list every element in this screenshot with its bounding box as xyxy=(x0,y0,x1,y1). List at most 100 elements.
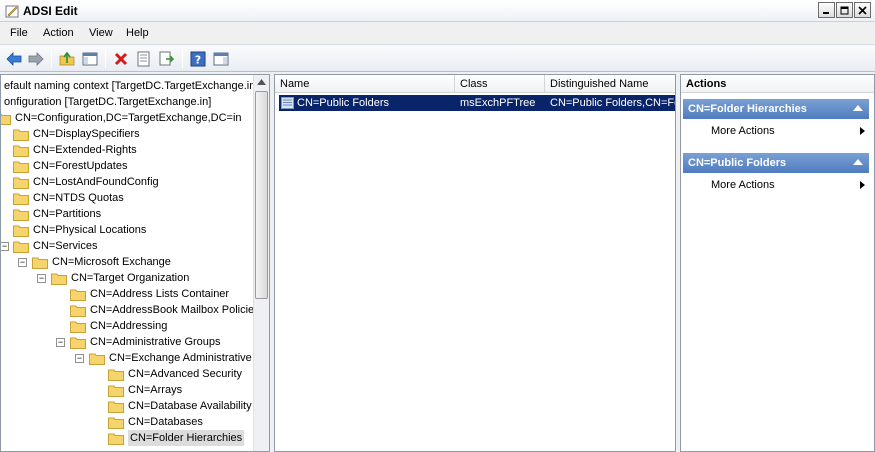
tree-vertical-scrollbar[interactable] xyxy=(253,75,269,451)
properties-button[interactable] xyxy=(135,50,153,68)
tree-item[interactable]: CN=DisplaySpecifiers xyxy=(13,126,140,142)
collapse-toggle[interactable]: − xyxy=(18,258,27,267)
collapse-toggle[interactable]: − xyxy=(1,242,9,251)
tree-item[interactable]: CN=Arrays xyxy=(108,382,182,398)
tree-item-label: CN=LostAndFoundConfig xyxy=(33,176,159,188)
help-icon: ? xyxy=(190,51,206,67)
folder-icon xyxy=(13,225,29,237)
tree-item-label: CN=Physical Locations xyxy=(33,224,147,236)
results-list: Name Class Distinguished Name CN=Public … xyxy=(274,74,676,452)
column-header-distinguished-name[interactable]: Distinguished Name xyxy=(545,75,675,93)
tree-item[interactable]: CN=Configuration,DC=TargetExchange,DC=in xyxy=(1,110,242,126)
window-title: ADSI Edit xyxy=(23,4,78,18)
folder-icon xyxy=(108,385,124,397)
menu-view[interactable]: View xyxy=(89,27,113,39)
tree-item[interactable]: CN=NTDS Quotas xyxy=(13,190,124,206)
folder-icon xyxy=(108,417,124,429)
tree-item[interactable]: CN=Advanced Security xyxy=(108,366,242,382)
folder-icon xyxy=(108,369,124,381)
menu-file[interactable]: File xyxy=(10,27,28,39)
tree-item-label: CN=DisplaySpecifiers xyxy=(33,128,140,140)
tree-item[interactable]: CN=ForestUpdates xyxy=(13,158,127,174)
collapse-toggle[interactable]: − xyxy=(75,354,84,363)
folder-icon xyxy=(13,129,29,141)
export-list-button[interactable] xyxy=(158,50,176,68)
toolbar-separator xyxy=(182,50,183,68)
up-one-level-button[interactable] xyxy=(58,50,76,68)
menu-action[interactable]: Action xyxy=(43,27,74,39)
tree-item-selected[interactable]: CN=Folder Hierarchies xyxy=(108,430,245,446)
console-tree-icon xyxy=(82,52,98,66)
toolbar-separator xyxy=(105,50,106,68)
folder-icon xyxy=(13,241,29,253)
folder-up-icon xyxy=(59,51,75,66)
export-list-icon xyxy=(159,51,175,66)
action-section-public-folders[interactable]: CN=Public Folders xyxy=(683,153,869,173)
folder-icon xyxy=(1,113,11,125)
actions-header: Actions xyxy=(681,75,874,93)
tree-item[interactable]: CN=Target Organization xyxy=(51,270,189,286)
delete-button[interactable] xyxy=(112,50,130,68)
tree-item[interactable]: CN=Partitions xyxy=(13,206,101,222)
submenu-arrow-icon xyxy=(860,127,865,135)
back-button[interactable] xyxy=(5,50,23,68)
collapse-up-icon[interactable] xyxy=(853,105,863,111)
tree-item[interactable]: onfiguration [TargetDC.TargetExchange.in… xyxy=(4,94,211,110)
tree-item[interactable]: CN=Databases xyxy=(108,414,203,430)
tree-item-label: CN=Microsoft Exchange xyxy=(52,256,171,268)
tree-item[interactable]: CN=Database Availability xyxy=(108,398,252,414)
submenu-arrow-icon xyxy=(860,181,865,189)
column-header-name[interactable]: Name xyxy=(275,75,455,93)
folder-icon xyxy=(13,193,29,205)
toolbar: ? xyxy=(0,44,875,72)
list-row-selected[interactable]: CN=Public Folders msExchPFTree CN=Public… xyxy=(279,95,675,111)
tree-item[interactable]: CN=AddressBook Mailbox Policies xyxy=(70,302,260,318)
close-button[interactable] xyxy=(854,2,871,18)
tree-item[interactable]: CN=Administrative Groups xyxy=(70,334,221,350)
folder-icon xyxy=(108,401,124,413)
console-tree: efault naming context [TargetDC.TargetEx… xyxy=(0,74,270,452)
action-section-folder-hierarchies[interactable]: CN=Folder Hierarchies xyxy=(683,99,869,119)
show-hide-action-pane-button[interactable] xyxy=(212,50,230,68)
scrollbar-thumb[interactable] xyxy=(255,91,268,299)
more-actions-item[interactable]: More Actions xyxy=(683,176,869,194)
svg-text:?: ? xyxy=(195,54,201,67)
tree-item[interactable]: CN=Address Lists Container xyxy=(70,286,229,302)
folder-icon xyxy=(108,433,124,445)
show-hide-console-tree-button[interactable] xyxy=(81,50,99,68)
folder-icon xyxy=(13,209,29,221)
scroll-up-arrow-icon[interactable] xyxy=(257,79,266,85)
tree-item-label: CN=Database Availability xyxy=(128,400,252,412)
tree-item[interactable]: CN=Microsoft Exchange xyxy=(32,254,171,270)
tree-item[interactable]: CN=Physical Locations xyxy=(13,222,146,238)
tree-item[interactable]: CN=Exchange Administrative xyxy=(89,350,252,366)
folder-icon xyxy=(70,321,86,333)
tree-item[interactable]: CN=Addressing xyxy=(70,318,167,334)
tree-item-label: CN=Administrative Groups xyxy=(90,336,221,348)
close-icon xyxy=(858,5,867,15)
object-icon xyxy=(281,97,294,109)
menu-help[interactable]: Help xyxy=(126,27,149,39)
tree-item[interactable]: CN=LostAndFoundConfig xyxy=(13,174,159,190)
tree-item-label: CN=Folder Hierarchies xyxy=(128,430,245,446)
tree-item-label: CN=Databases xyxy=(128,416,203,428)
window-controls xyxy=(818,2,871,18)
minimize-button[interactable] xyxy=(818,2,835,18)
more-actions-item[interactable]: More Actions xyxy=(683,122,869,140)
tree-item-label: onfiguration [TargetDC.TargetExchange.in… xyxy=(4,96,212,108)
maximize-button[interactable] xyxy=(836,2,853,18)
forward-button[interactable] xyxy=(27,50,45,68)
column-header-class[interactable]: Class xyxy=(455,75,545,93)
action-section-title: CN=Folder Hierarchies xyxy=(688,103,807,115)
tree-item[interactable]: CN=Services xyxy=(13,238,98,254)
collapse-up-icon[interactable] xyxy=(853,159,863,165)
collapse-toggle[interactable]: − xyxy=(37,274,46,283)
tree-item-label: CN=Advanced Security xyxy=(128,368,243,380)
tree-item[interactable]: CN=Extended-Rights xyxy=(13,142,137,158)
tree-item-label: CN=Addressing xyxy=(90,320,168,332)
collapse-toggle[interactable]: − xyxy=(56,338,65,347)
forward-arrow-icon xyxy=(28,52,44,66)
tree-item[interactable]: efault naming context [TargetDC.TargetEx… xyxy=(4,78,255,94)
help-button[interactable]: ? xyxy=(189,50,207,68)
tree-item-label: CN=Partitions xyxy=(33,208,102,220)
